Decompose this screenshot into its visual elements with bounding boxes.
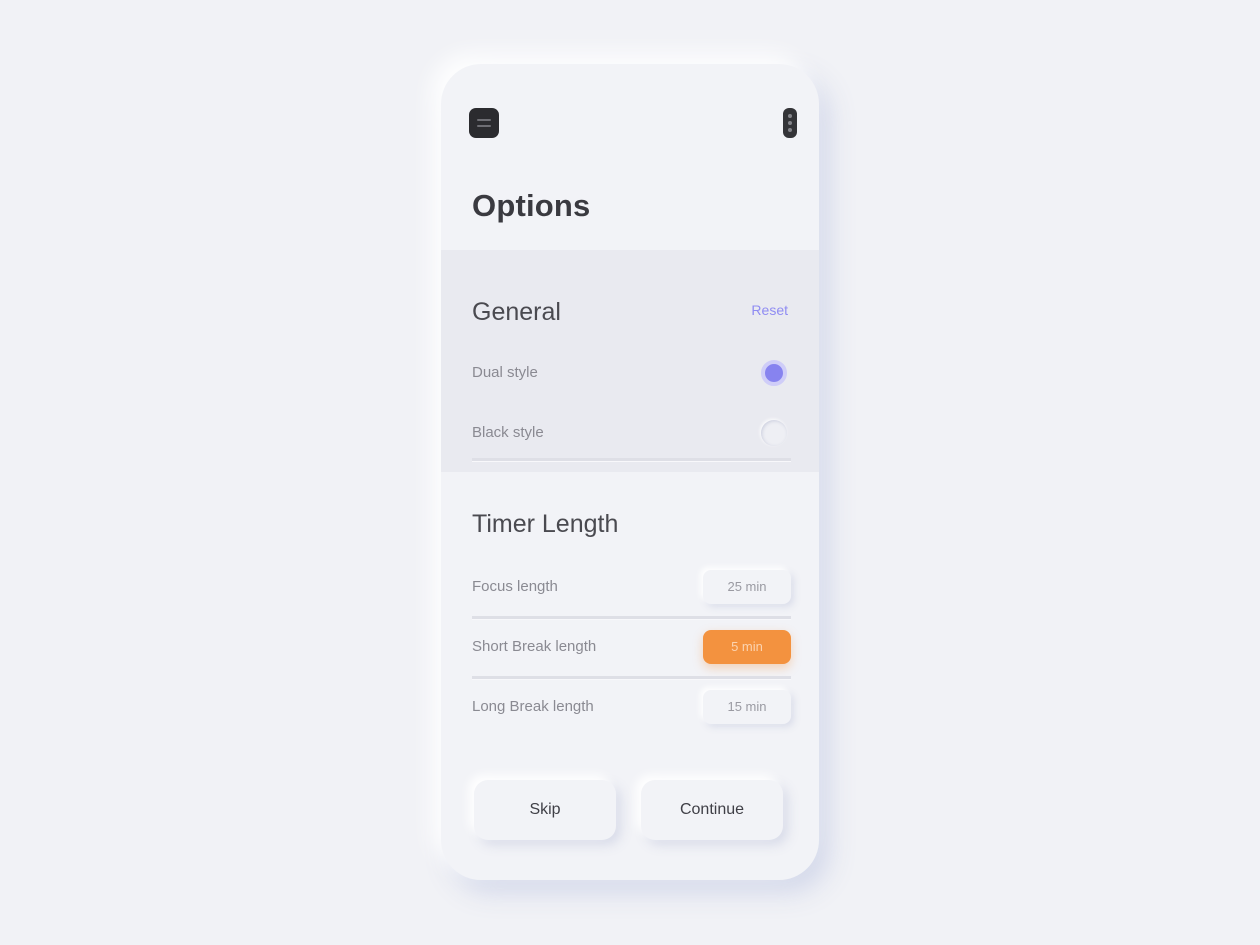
focus-length-value[interactable]: 25 min (703, 570, 791, 604)
dot (788, 114, 792, 118)
timer-section-title: Timer Length (472, 510, 619, 538)
option-row-black-style[interactable]: Black style (472, 404, 791, 462)
long-break-length-value[interactable]: 15 min (703, 690, 791, 724)
timer-row-label: Long Break length (472, 698, 594, 715)
option-row-dual-style[interactable]: Dual style (472, 344, 791, 402)
option-label: Black style (472, 424, 544, 441)
dot (788, 121, 792, 125)
timer-length-section: Timer Length Focus length 25 min Short B… (441, 472, 819, 772)
timer-row-short-break: Short Break length 5 min (472, 618, 791, 676)
skip-button[interactable]: Skip (474, 780, 616, 840)
top-bar (469, 108, 797, 138)
general-section-title: General (472, 298, 561, 326)
hamburger-menu-icon[interactable] (469, 108, 499, 138)
phone-frame: Options General Reset Dual style Black s… (441, 64, 819, 880)
short-break-length-value[interactable]: 5 min (703, 630, 791, 664)
timer-row-label: Short Break length (472, 638, 597, 655)
page-title: Options (472, 188, 591, 223)
timer-row-label: Focus length (472, 578, 558, 595)
option-label: Dual style (472, 364, 538, 381)
dot (788, 128, 792, 132)
black-style-radio[interactable] (761, 420, 787, 446)
continue-button[interactable]: Continue (641, 780, 783, 840)
timer-row-focus: Focus length 25 min (472, 558, 791, 616)
reset-link[interactable]: Reset (751, 302, 788, 318)
dual-style-radio[interactable] (761, 360, 787, 386)
more-vertical-icon[interactable] (783, 108, 797, 138)
timer-row-long-break: Long Break length 15 min (472, 678, 791, 736)
general-section: General Reset Dual style Black style (441, 250, 819, 472)
